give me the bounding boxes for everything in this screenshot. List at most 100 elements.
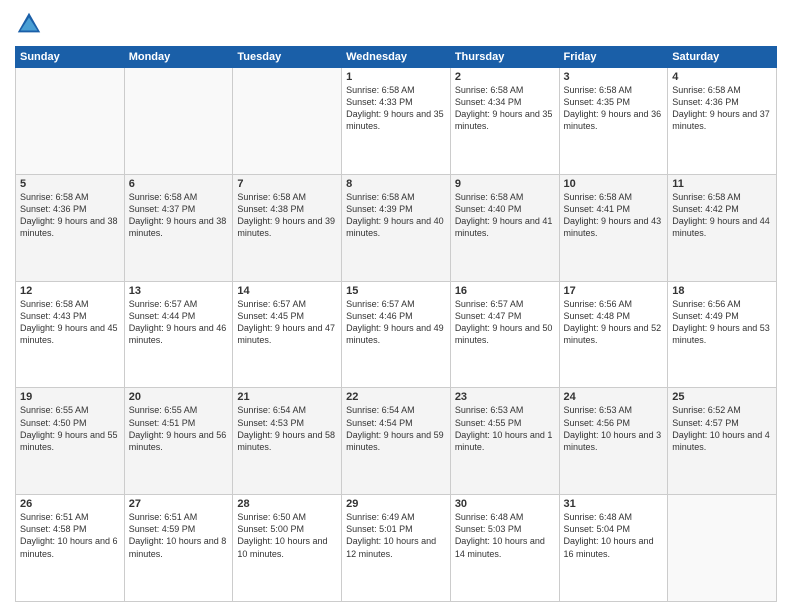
calendar-day-cell: 20Sunrise: 6:55 AM Sunset: 4:51 PM Dayli… [124, 388, 233, 495]
day-info: Sunrise: 6:57 AM Sunset: 4:47 PM Dayligh… [455, 298, 555, 347]
calendar-day-cell [233, 68, 342, 175]
weekday-header: Wednesday [342, 47, 451, 68]
calendar-day-cell [16, 68, 125, 175]
day-info: Sunrise: 6:56 AM Sunset: 4:49 PM Dayligh… [672, 298, 772, 347]
day-info: Sunrise: 6:58 AM Sunset: 4:36 PM Dayligh… [672, 84, 772, 133]
day-info: Sunrise: 6:50 AM Sunset: 5:00 PM Dayligh… [237, 511, 337, 560]
calendar-day-cell: 8Sunrise: 6:58 AM Sunset: 4:39 PM Daylig… [342, 174, 451, 281]
calendar-day-cell: 17Sunrise: 6:56 AM Sunset: 4:48 PM Dayli… [559, 281, 668, 388]
calendar-week-row: 19Sunrise: 6:55 AM Sunset: 4:50 PM Dayli… [16, 388, 777, 495]
day-info: Sunrise: 6:58 AM Sunset: 4:33 PM Dayligh… [346, 84, 446, 133]
day-number: 27 [129, 498, 229, 510]
day-number: 21 [237, 391, 337, 403]
weekday-header: Tuesday [233, 47, 342, 68]
calendar-day-cell: 11Sunrise: 6:58 AM Sunset: 4:42 PM Dayli… [668, 174, 777, 281]
day-number: 6 [129, 178, 229, 190]
day-number: 10 [564, 178, 664, 190]
day-number: 29 [346, 498, 446, 510]
calendar-day-cell: 15Sunrise: 6:57 AM Sunset: 4:46 PM Dayli… [342, 281, 451, 388]
day-info: Sunrise: 6:52 AM Sunset: 4:57 PM Dayligh… [672, 404, 772, 453]
day-number: 5 [20, 178, 120, 190]
day-info: Sunrise: 6:53 AM Sunset: 4:56 PM Dayligh… [564, 404, 664, 453]
day-number: 22 [346, 391, 446, 403]
header [15, 10, 777, 38]
calendar-header-row: SundayMondayTuesdayWednesdayThursdayFrid… [16, 47, 777, 68]
day-number: 26 [20, 498, 120, 510]
day-info: Sunrise: 6:53 AM Sunset: 4:55 PM Dayligh… [455, 404, 555, 453]
calendar-day-cell: 13Sunrise: 6:57 AM Sunset: 4:44 PM Dayli… [124, 281, 233, 388]
calendar-day-cell: 30Sunrise: 6:48 AM Sunset: 5:03 PM Dayli… [450, 495, 559, 602]
day-number: 28 [237, 498, 337, 510]
calendar-day-cell: 5Sunrise: 6:58 AM Sunset: 4:36 PM Daylig… [16, 174, 125, 281]
day-number: 15 [346, 285, 446, 297]
calendar-day-cell: 18Sunrise: 6:56 AM Sunset: 4:49 PM Dayli… [668, 281, 777, 388]
day-number: 23 [455, 391, 555, 403]
day-info: Sunrise: 6:57 AM Sunset: 4:44 PM Dayligh… [129, 298, 229, 347]
day-number: 13 [129, 285, 229, 297]
day-number: 19 [20, 391, 120, 403]
day-info: Sunrise: 6:58 AM Sunset: 4:39 PM Dayligh… [346, 191, 446, 240]
day-number: 25 [672, 391, 772, 403]
day-number: 14 [237, 285, 337, 297]
calendar-day-cell: 24Sunrise: 6:53 AM Sunset: 4:56 PM Dayli… [559, 388, 668, 495]
weekday-header: Monday [124, 47, 233, 68]
logo [15, 10, 47, 38]
day-number: 31 [564, 498, 664, 510]
day-info: Sunrise: 6:48 AM Sunset: 5:04 PM Dayligh… [564, 511, 664, 560]
page: SundayMondayTuesdayWednesdayThursdayFrid… [0, 0, 792, 612]
calendar-day-cell: 16Sunrise: 6:57 AM Sunset: 4:47 PM Dayli… [450, 281, 559, 388]
calendar-day-cell: 4Sunrise: 6:58 AM Sunset: 4:36 PM Daylig… [668, 68, 777, 175]
day-info: Sunrise: 6:58 AM Sunset: 4:43 PM Dayligh… [20, 298, 120, 347]
day-info: Sunrise: 6:54 AM Sunset: 4:53 PM Dayligh… [237, 404, 337, 453]
day-info: Sunrise: 6:51 AM Sunset: 4:58 PM Dayligh… [20, 511, 120, 560]
day-number: 4 [672, 71, 772, 83]
day-number: 3 [564, 71, 664, 83]
calendar-day-cell: 1Sunrise: 6:58 AM Sunset: 4:33 PM Daylig… [342, 68, 451, 175]
calendar-week-row: 26Sunrise: 6:51 AM Sunset: 4:58 PM Dayli… [16, 495, 777, 602]
day-info: Sunrise: 6:58 AM Sunset: 4:41 PM Dayligh… [564, 191, 664, 240]
calendar-day-cell: 14Sunrise: 6:57 AM Sunset: 4:45 PM Dayli… [233, 281, 342, 388]
day-number: 30 [455, 498, 555, 510]
day-info: Sunrise: 6:55 AM Sunset: 4:51 PM Dayligh… [129, 404, 229, 453]
calendar-day-cell: 27Sunrise: 6:51 AM Sunset: 4:59 PM Dayli… [124, 495, 233, 602]
day-number: 2 [455, 71, 555, 83]
day-number: 1 [346, 71, 446, 83]
day-info: Sunrise: 6:58 AM Sunset: 4:37 PM Dayligh… [129, 191, 229, 240]
day-info: Sunrise: 6:57 AM Sunset: 4:46 PM Dayligh… [346, 298, 446, 347]
calendar-day-cell: 3Sunrise: 6:58 AM Sunset: 4:35 PM Daylig… [559, 68, 668, 175]
calendar-day-cell: 2Sunrise: 6:58 AM Sunset: 4:34 PM Daylig… [450, 68, 559, 175]
weekday-header: Thursday [450, 47, 559, 68]
calendar-day-cell: 29Sunrise: 6:49 AM Sunset: 5:01 PM Dayli… [342, 495, 451, 602]
day-number: 18 [672, 285, 772, 297]
day-info: Sunrise: 6:58 AM Sunset: 4:35 PM Dayligh… [564, 84, 664, 133]
calendar-day-cell: 21Sunrise: 6:54 AM Sunset: 4:53 PM Dayli… [233, 388, 342, 495]
day-number: 17 [564, 285, 664, 297]
day-info: Sunrise: 6:55 AM Sunset: 4:50 PM Dayligh… [20, 404, 120, 453]
weekday-header: Sunday [16, 47, 125, 68]
day-info: Sunrise: 6:57 AM Sunset: 4:45 PM Dayligh… [237, 298, 337, 347]
calendar-day-cell [124, 68, 233, 175]
day-number: 9 [455, 178, 555, 190]
day-info: Sunrise: 6:51 AM Sunset: 4:59 PM Dayligh… [129, 511, 229, 560]
calendar-day-cell [668, 495, 777, 602]
day-info: Sunrise: 6:58 AM Sunset: 4:34 PM Dayligh… [455, 84, 555, 133]
calendar-day-cell: 10Sunrise: 6:58 AM Sunset: 4:41 PM Dayli… [559, 174, 668, 281]
calendar-day-cell: 26Sunrise: 6:51 AM Sunset: 4:58 PM Dayli… [16, 495, 125, 602]
calendar-day-cell: 12Sunrise: 6:58 AM Sunset: 4:43 PM Dayli… [16, 281, 125, 388]
calendar-week-row: 1Sunrise: 6:58 AM Sunset: 4:33 PM Daylig… [16, 68, 777, 175]
day-info: Sunrise: 6:54 AM Sunset: 4:54 PM Dayligh… [346, 404, 446, 453]
calendar-table: SundayMondayTuesdayWednesdayThursdayFrid… [15, 46, 777, 602]
day-number: 16 [455, 285, 555, 297]
logo-icon [15, 10, 43, 38]
day-number: 12 [20, 285, 120, 297]
calendar-day-cell: 19Sunrise: 6:55 AM Sunset: 4:50 PM Dayli… [16, 388, 125, 495]
calendar-week-row: 5Sunrise: 6:58 AM Sunset: 4:36 PM Daylig… [16, 174, 777, 281]
weekday-header: Saturday [668, 47, 777, 68]
day-number: 8 [346, 178, 446, 190]
day-info: Sunrise: 6:58 AM Sunset: 4:36 PM Dayligh… [20, 191, 120, 240]
day-number: 11 [672, 178, 772, 190]
calendar-day-cell: 31Sunrise: 6:48 AM Sunset: 5:04 PM Dayli… [559, 495, 668, 602]
day-number: 24 [564, 391, 664, 403]
day-info: Sunrise: 6:49 AM Sunset: 5:01 PM Dayligh… [346, 511, 446, 560]
calendar-day-cell: 7Sunrise: 6:58 AM Sunset: 4:38 PM Daylig… [233, 174, 342, 281]
